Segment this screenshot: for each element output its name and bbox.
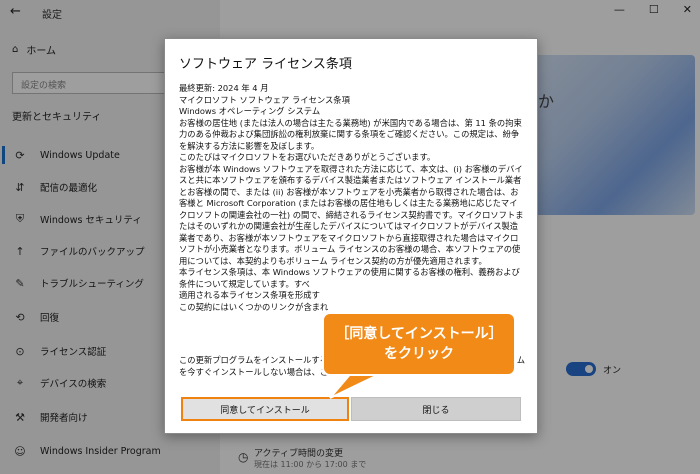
agree-and-install-button[interactable]: 同意してインストール xyxy=(181,397,349,421)
instruction-callout: ［同意してインストール］ をクリック xyxy=(322,312,516,376)
dialog-title: ソフトウェア ライセンス条項 xyxy=(179,57,352,72)
license-paragraph: マイクロソフト ソフトウェア ライセンス条項 xyxy=(179,94,350,105)
close-button[interactable]: 閉じる xyxy=(351,397,521,421)
license-text: 最終更新: 2024 年 4 月 マイクロソフト ソフトウェア ライセンス条項 … xyxy=(179,83,525,351)
install-notice-line1: この更新プログラムをインストールするに xyxy=(179,355,337,365)
license-paragraph: 本ライセンス条項は、本 Windows ソフトウェアの使用に関するお客様の権利、… xyxy=(179,267,520,289)
callout-line1: ［同意してインストール］ xyxy=(335,326,503,342)
license-paragraph: 最終更新: 2024 年 4 月 xyxy=(179,83,269,93)
install-notice-line1-end: ム xyxy=(516,355,525,365)
license-paragraph: お客様が本 Windows ソフトウェアを取得された方法に応じて、本文は、(i)… xyxy=(179,163,524,266)
license-paragraph: Windows オペレーティング システム xyxy=(179,106,321,116)
license-paragraph: このたびはマイクロソフトをお選びいただきありがとうございます。 xyxy=(179,152,436,162)
callout-line2: をクリック xyxy=(384,346,454,362)
license-paragraph: お客様の居住地 (または法人の場合は主たる業務地) が米国内である場合は、第 1… xyxy=(179,117,522,151)
license-paragraph: 適用される本ライセンス条項を形成す xyxy=(179,290,320,300)
